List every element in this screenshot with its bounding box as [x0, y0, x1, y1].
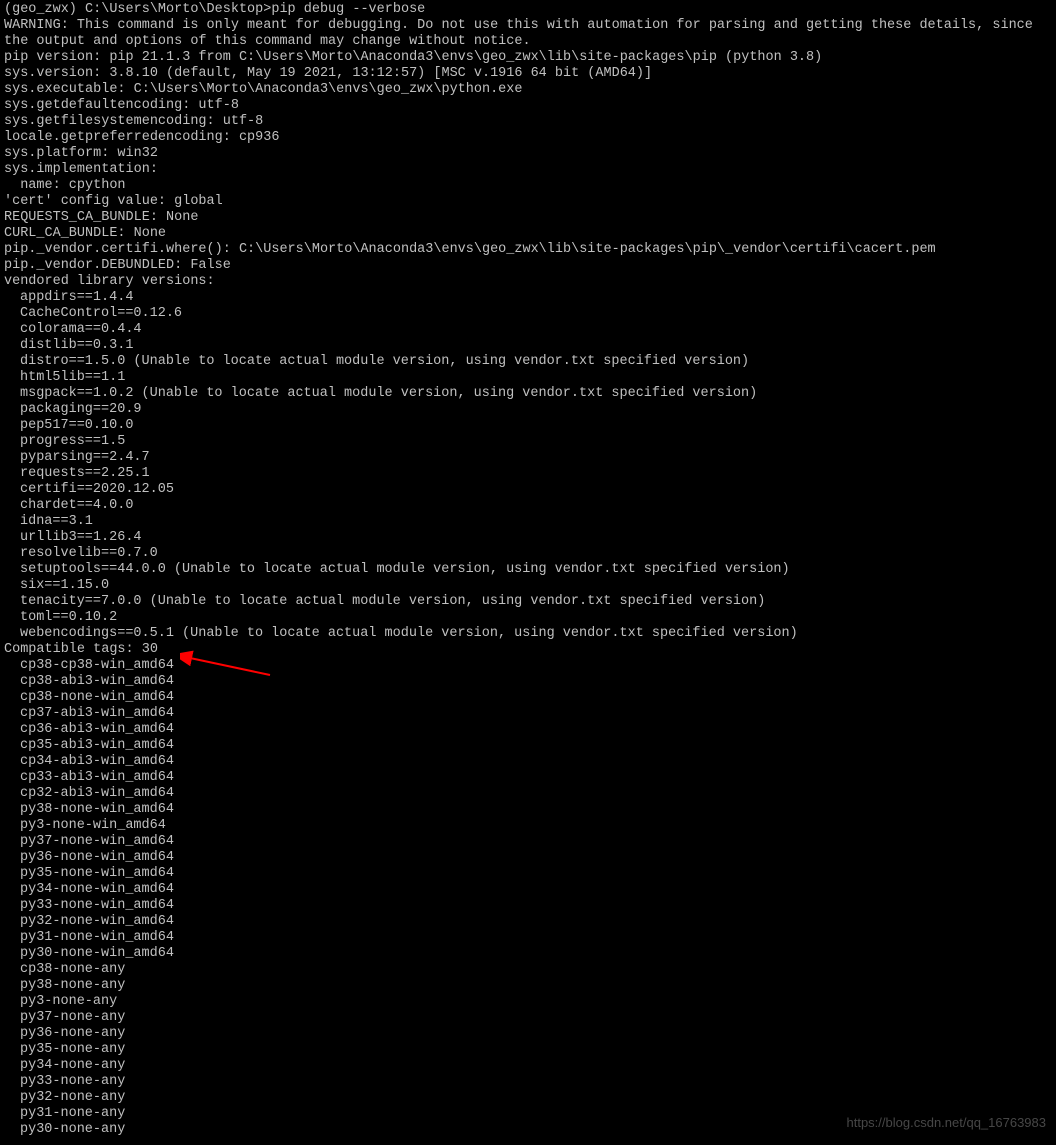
sys-getfilesystemencoding: sys.getfilesystemencoding: utf-8 — [4, 114, 1052, 130]
vendored-item: packaging==20.9 — [4, 402, 1052, 418]
compatible-tag-item: cp33-abi3-win_amd64 — [4, 770, 1052, 786]
vendored-item: chardet==4.0.0 — [4, 498, 1052, 514]
compatible-tag-item: py31-none-win_amd64 — [4, 930, 1052, 946]
compatible-tag-item: py34-none-win_amd64 — [4, 882, 1052, 898]
compatible-tag-item: cp34-abi3-win_amd64 — [4, 754, 1052, 770]
compatible-tag-item: py3-none-win_amd64 — [4, 818, 1052, 834]
vendored-item: pyparsing==2.4.7 — [4, 450, 1052, 466]
compatible-tag-item: py38-none-any — [4, 978, 1052, 994]
pip-version: pip version: pip 21.1.3 from C:\Users\Mo… — [4, 50, 1052, 66]
compatible-tag-item: py36-none-win_amd64 — [4, 850, 1052, 866]
vendored-item: idna==3.1 — [4, 514, 1052, 530]
compatible-tag-item: py32-none-any — [4, 1090, 1052, 1106]
compatible-tag-item: py34-none-any — [4, 1058, 1052, 1074]
vendored-item: appdirs==1.4.4 — [4, 290, 1052, 306]
sys-executable: sys.executable: C:\Users\Morto\Anaconda3… — [4, 82, 1052, 98]
compatible-tag-item: py37-none-win_amd64 — [4, 834, 1052, 850]
vendored-item: tenacity==7.0.0 (Unable to locate actual… — [4, 594, 1052, 610]
sys-getdefaultencoding: sys.getdefaultencoding: utf-8 — [4, 98, 1052, 114]
vendored-item: webencodings==0.5.1 (Unable to locate ac… — [4, 626, 1052, 642]
vendored-item: setuptools==44.0.0 (Unable to locate act… — [4, 562, 1052, 578]
debundled: pip._vendor.DEBUNDLED: False — [4, 258, 1052, 274]
watermark: https://blog.csdn.net/qq_16763983 — [847, 1115, 1047, 1131]
compatible-tag-item: py33-none-any — [4, 1074, 1052, 1090]
vendored-item: resolvelib==0.7.0 — [4, 546, 1052, 562]
compatible-tags-header: Compatible tags: 30 — [4, 642, 1052, 658]
compatible-tag-item: cp38-abi3-win_amd64 — [4, 674, 1052, 690]
compatible-tags-list: cp38-cp38-win_amd64cp38-abi3-win_amd64cp… — [4, 658, 1052, 1138]
compatible-tag-item: cp37-abi3-win_amd64 — [4, 706, 1052, 722]
compatible-tag-item: py36-none-any — [4, 1026, 1052, 1042]
compatible-tag-item: py38-none-win_amd64 — [4, 802, 1052, 818]
compatible-tag-item: py35-none-any — [4, 1042, 1052, 1058]
warning-output: WARNING: This command is only meant for … — [4, 18, 1052, 50]
vendored-item: distlib==0.3.1 — [4, 338, 1052, 354]
locale-getpreferredencoding: locale.getpreferredencoding: cp936 — [4, 130, 1052, 146]
vendored-header: vendored library versions: — [4, 274, 1052, 290]
compatible-tag-item: py37-none-any — [4, 1010, 1052, 1026]
sys-version: sys.version: 3.8.10 (default, May 19 202… — [4, 66, 1052, 82]
vendored-item: html5lib==1.1 — [4, 370, 1052, 386]
vendored-item: progress==1.5 — [4, 434, 1052, 450]
vendored-item: CacheControl==0.12.6 — [4, 306, 1052, 322]
compatible-tag-item: cp32-abi3-win_amd64 — [4, 786, 1052, 802]
compatible-tag-item: cp38-none-win_amd64 — [4, 690, 1052, 706]
vendored-item: requests==2.25.1 — [4, 466, 1052, 482]
compatible-tag-item: cp35-abi3-win_amd64 — [4, 738, 1052, 754]
compatible-tag-item: py32-none-win_amd64 — [4, 914, 1052, 930]
compatible-tag-item: cp38-none-any — [4, 962, 1052, 978]
requests-ca-bundle: REQUESTS_CA_BUNDLE: None — [4, 210, 1052, 226]
compatible-tag-item: py35-none-win_amd64 — [4, 866, 1052, 882]
vendored-item: pep517==0.10.0 — [4, 418, 1052, 434]
certifi-where: pip._vendor.certifi.where(): C:\Users\Mo… — [4, 242, 1052, 258]
curl-ca-bundle: CURL_CA_BUNDLE: None — [4, 226, 1052, 242]
vendored-item: six==1.15.0 — [4, 578, 1052, 594]
vendored-item: msgpack==1.0.2 (Unable to locate actual … — [4, 386, 1052, 402]
vendored-item: distro==1.5.0 (Unable to locate actual m… — [4, 354, 1052, 370]
sys-platform: sys.platform: win32 — [4, 146, 1052, 162]
compatible-tag-item: py33-none-win_amd64 — [4, 898, 1052, 914]
sys-impl-name: name: cpython — [4, 178, 1052, 194]
compatible-tag-item: cp38-cp38-win_amd64 — [4, 658, 1052, 674]
vendored-item: toml==0.10.2 — [4, 610, 1052, 626]
vendored-item: colorama==0.4.4 — [4, 322, 1052, 338]
compatible-tag-item: py30-none-win_amd64 — [4, 946, 1052, 962]
command-prompt-line[interactable]: (geo_zwx) C:\Users\Morto\Desktop>pip deb… — [4, 2, 1052, 18]
vendored-list: appdirs==1.4.4CacheControl==0.12.6colora… — [4, 290, 1052, 642]
compatible-tag-item: py3-none-any — [4, 994, 1052, 1010]
compatible-tag-item: cp36-abi3-win_amd64 — [4, 722, 1052, 738]
sys-implementation: sys.implementation: — [4, 162, 1052, 178]
cert-config: 'cert' config value: global — [4, 194, 1052, 210]
vendored-item: certifi==2020.12.05 — [4, 482, 1052, 498]
vendored-item: urllib3==1.26.4 — [4, 530, 1052, 546]
